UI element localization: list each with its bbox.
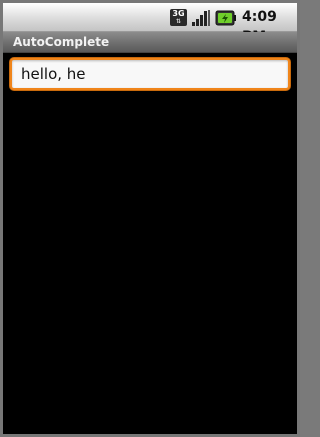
signal-strength-icon <box>192 10 210 26</box>
title-bar: AutoComplete <box>3 32 297 53</box>
app-title: AutoComplete <box>13 35 110 49</box>
status-bar: 3G ⇅ 4:09 PM <box>3 3 297 45</box>
status-clock: 4:09 PM <box>242 7 294 45</box>
clock-time: 4:09 <box>242 9 277 25</box>
autocomplete-input[interactable] <box>10 58 290 90</box>
network-label: 3G <box>172 9 185 18</box>
screen: 3G ⇅ 4:09 PM AutoComplete <box>3 3 297 434</box>
data-arrows-icon: ⇅ <box>175 18 182 25</box>
network-3g-icon: 3G ⇅ <box>170 9 187 26</box>
battery-charging-icon <box>215 10 236 26</box>
device-frame: 3G ⇅ 4:09 PM AutoComplete <box>0 0 300 437</box>
